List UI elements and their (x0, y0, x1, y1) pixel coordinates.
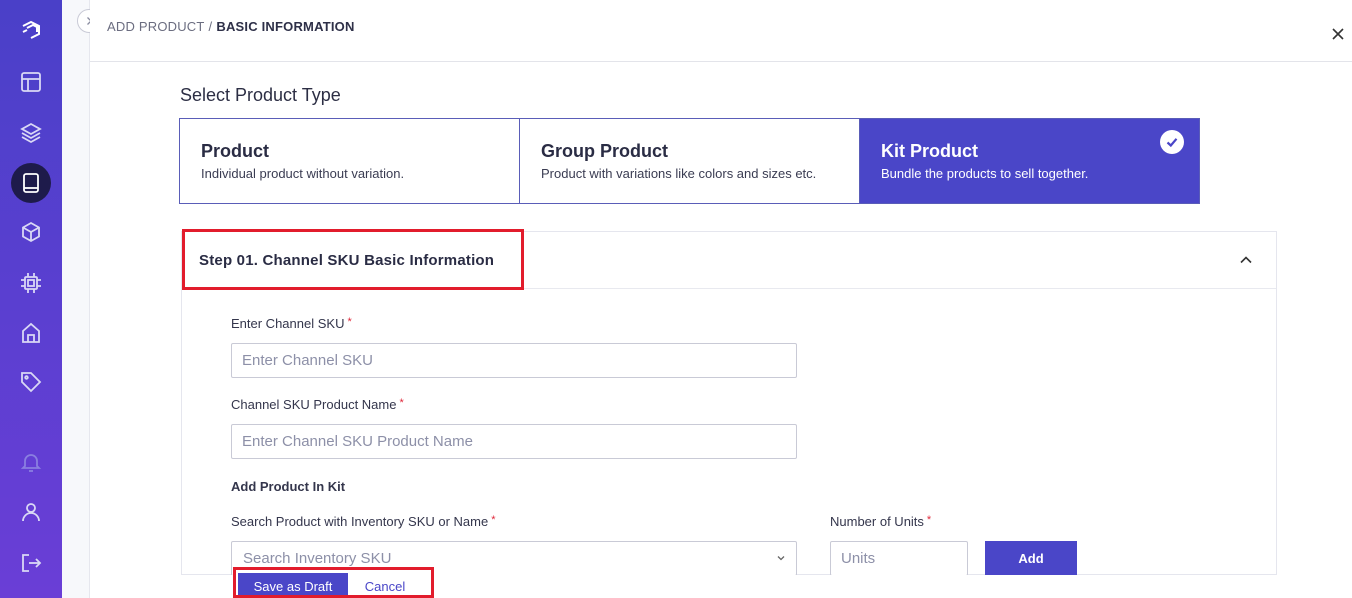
product-type-desc: Bundle the products to sell together. (881, 166, 1089, 181)
bell-icon[interactable] (11, 442, 51, 482)
product-type-title: Select Product Type (180, 85, 341, 105)
close-icon[interactable] (1330, 26, 1346, 42)
content-gutter (62, 0, 90, 598)
product-type-kit[interactable]: Kit Product Bundle the products to sell … (860, 119, 1199, 203)
breadcrumb-root[interactable]: ADD PRODUCT (107, 19, 205, 34)
breadcrumb: ADD PRODUCT / BASIC INFORMATION (107, 19, 355, 34)
add-product-button[interactable]: Add (985, 541, 1077, 576)
step-panel-header[interactable]: Step 01. Channel SKU Basic Information (182, 232, 1276, 289)
page-header: ADD PRODUCT / BASIC INFORMATION (90, 0, 1352, 62)
search-inventory-select[interactable]: Search Inventory SKU (231, 541, 797, 576)
logo-icon[interactable] (11, 10, 51, 50)
product-type-selector: Product Individual product without varia… (179, 118, 1200, 204)
cancel-button[interactable]: Cancel (349, 573, 421, 598)
product-name-label: Channel SKU Product Name * (231, 397, 404, 412)
box-icon[interactable] (11, 212, 51, 252)
chevron-up-icon[interactable] (1238, 252, 1254, 268)
book-icon[interactable] (11, 163, 51, 203)
layers-icon[interactable] (11, 113, 51, 153)
chip-icon[interactable] (11, 263, 51, 303)
chevron-down-icon (777, 556, 785, 561)
breadcrumb-current: BASIC INFORMATION (216, 19, 355, 34)
units-input[interactable] (830, 541, 968, 576)
product-type-title-text: Kit Product (881, 141, 978, 161)
product-type-title-text: Product (201, 141, 270, 161)
user-icon[interactable] (11, 492, 51, 532)
kit-heading: Add Product In Kit (231, 479, 346, 494)
check-icon (1160, 130, 1184, 154)
logout-icon[interactable] (11, 543, 51, 583)
search-product-label: Search Product with Inventory SKU or Nam… (231, 514, 496, 529)
sidebar (0, 0, 62, 598)
save-draft-button[interactable]: Save as Draft (238, 573, 348, 598)
search-inventory-placeholder: Search Inventory SKU (243, 550, 392, 567)
units-label: Number of Units * (830, 514, 932, 529)
product-type-desc: Individual product without variation. (201, 166, 405, 181)
tag-icon[interactable] (11, 362, 51, 402)
product-type-group[interactable]: Group Product Product with variations li… (520, 119, 860, 203)
product-type-title-text: Group Product (541, 141, 668, 161)
channel-sku-input[interactable] (231, 343, 797, 378)
product-type-desc: Product with variations like colors and … (541, 166, 817, 181)
home-icon[interactable] (11, 313, 51, 353)
product-name-input[interactable] (231, 424, 797, 459)
layout-icon[interactable] (11, 62, 51, 102)
product-type-product[interactable]: Product Individual product without varia… (180, 119, 520, 203)
channel-sku-label: Enter Channel SKU * (231, 316, 352, 331)
step-title: Step 01. Channel SKU Basic Information (199, 252, 495, 269)
breadcrumb-separator: / (208, 19, 213, 34)
